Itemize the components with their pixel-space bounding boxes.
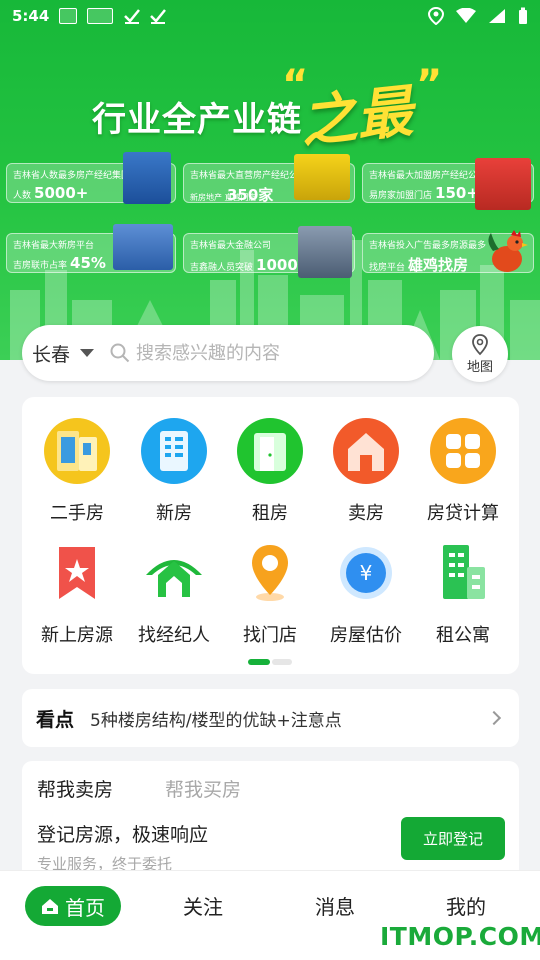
hero-title: 行业全产业链 [92, 100, 302, 140]
register-button[interactable]: 立即登记 [401, 817, 505, 860]
category-label: 租公寓 [436, 625, 490, 646]
category-new-listing[interactable]: 新上房源 [29, 539, 125, 647]
category-label: 找经纪人 [138, 625, 210, 646]
stat-card: 吉林省最大金融公司 吉鑫融人员突破 1000人 [183, 226, 355, 278]
stat-value: 150+ [435, 184, 479, 202]
storefront-photo [475, 158, 531, 210]
page-dot [272, 659, 292, 665]
rooster-mascot-icon [488, 230, 528, 272]
stat-value: 5000+ [34, 184, 89, 202]
category-sell[interactable]: 卖房 [318, 417, 414, 525]
status-time: 5:44 [12, 7, 50, 25]
sell-buy-tabs: 帮我卖房 帮我买房 [37, 775, 504, 802]
news-tag: 看点 [36, 708, 75, 731]
sell-house-icon [333, 418, 399, 484]
tab-help-buy[interactable]: 帮我买房 [165, 775, 241, 802]
category-label: 租房 [252, 503, 288, 524]
stat-card: 吉林省最大加盟房产经纪公司 易房家加盟门店 150+ [362, 158, 534, 210]
search-icon [110, 343, 130, 363]
watermark-text: ITMOP.COM [380, 922, 540, 951]
category-label: 房屋估价 [330, 625, 402, 646]
hero-title-accent: 之最 [297, 79, 416, 156]
valuation-icon: ¥ [340, 547, 392, 599]
new-house-icon [141, 418, 207, 484]
stat-prefix: 新房地产 直营门店 [190, 193, 257, 202]
stat-value: 45% [70, 254, 106, 272]
category-label: 房贷计算 [427, 503, 499, 524]
category-grid: 二手房 新房 租房 卖房 房贷计算 新上房源 找经纪人 找门店 ¥ 房屋估价 租… [22, 397, 519, 674]
find-agent-icon [146, 560, 202, 597]
building-photo [123, 152, 171, 204]
hero-banner[interactable]: 行业全产业链 “ 之最 ” 吉林省人数最多房产经纪集团公司 人数 5000+ 吉林… [0, 0, 540, 360]
category-label: 找门店 [243, 625, 297, 646]
category-apartment[interactable]: 租公寓 [415, 539, 511, 647]
category-valuation[interactable]: ¥ 房屋估价 [318, 539, 414, 647]
svg-text:¥: ¥ [360, 561, 373, 585]
second-hand-house-icon [44, 418, 110, 484]
map-button[interactable]: 地图 [452, 326, 508, 382]
check-icon [124, 9, 141, 24]
tab-mine[interactable]: 我的 [446, 891, 486, 920]
mortgage-calculator-icon [430, 418, 496, 484]
tab-messages[interactable]: 消息 [315, 891, 355, 920]
category-label: 新上房源 [41, 625, 113, 646]
stat-prefix: 易房家加盟门店 [369, 191, 433, 201]
category-mortgage[interactable]: 房贷计算 [415, 417, 511, 525]
stat-value: 雄鸡找房 [408, 256, 469, 274]
category-rent[interactable]: 租房 [222, 417, 318, 525]
status-bar: 5:44 [0, 0, 540, 32]
apartment-icon [443, 545, 485, 599]
find-store-icon [252, 545, 288, 601]
chevron-right-icon [486, 710, 502, 726]
check-icon [150, 9, 167, 24]
category-label: 新房 [156, 503, 192, 524]
news-headline[interactable]: 5种楼房结构/楼型的优缺+注意点 [90, 706, 489, 731]
tab-label: 消息 [315, 895, 355, 919]
wifi-icon [456, 8, 476, 23]
building-photo [113, 224, 173, 270]
city-name: 长春 [32, 343, 71, 366]
tab-label: 我的 [446, 895, 486, 919]
tab-help-sell[interactable]: 帮我卖房 [37, 775, 113, 802]
home-icon [42, 899, 58, 914]
stat-prefix: 吉鑫融人员突破 [190, 263, 254, 273]
battery-icon [519, 7, 527, 24]
category-new-house[interactable]: 新房 [126, 417, 222, 525]
page-indicator [248, 659, 292, 665]
stat-card: 吉林省最大直营房产经纪公司 新房地产 直营门店 350家 [183, 154, 355, 204]
stat-value: 350家 [227, 186, 274, 204]
cellular-signal-icon [489, 9, 505, 23]
rent-icon [237, 418, 303, 484]
category-find-agent[interactable]: 找经纪人 [126, 539, 222, 647]
category-label: 二手房 [50, 503, 104, 524]
dropdown-arrow-icon [80, 349, 95, 357]
app-notification-icon [87, 8, 114, 24]
tab-follow[interactable]: 关注 [183, 891, 223, 920]
stat-card: 吉林省人数最多房产经纪集团公司 人数 5000+ [6, 152, 176, 204]
map-pin-icon [472, 333, 488, 355]
location-icon [428, 7, 444, 25]
app-notification-icon [59, 8, 78, 24]
stat-card: 吉林省最大新房平台 吉房联市占率 45% [6, 224, 176, 273]
tab-label: 关注 [183, 895, 223, 919]
tab-label: 首页 [65, 895, 105, 920]
new-listing-icon [59, 547, 95, 599]
news-ticker[interactable]: 看点 5种楼房结构/楼型的优缺+注意点 [22, 689, 519, 747]
stat-prefix: 人数 [13, 191, 32, 201]
hero-quote-right: ” [416, 62, 443, 108]
search-bar[interactable]: 长春 [22, 325, 434, 381]
search-input[interactable] [136, 342, 424, 364]
category-find-store[interactable]: 找门店 [222, 539, 318, 647]
page-dot-active [248, 659, 270, 665]
city-selector[interactable]: 长春 [32, 340, 95, 367]
map-label: 地图 [466, 359, 493, 375]
category-label: 卖房 [348, 503, 384, 524]
category-second-hand[interactable]: 二手房 [29, 417, 125, 525]
building-photo [298, 226, 352, 278]
tab-home[interactable]: 首页 [25, 886, 121, 926]
storefront-photo [294, 154, 350, 200]
stat-prefix: 找房平台 [369, 263, 406, 273]
stat-prefix: 吉房联市占率 [13, 261, 68, 271]
stat-card: 吉林省投入广告最多房源最多 找房平台 雄鸡找房 [362, 230, 534, 274]
